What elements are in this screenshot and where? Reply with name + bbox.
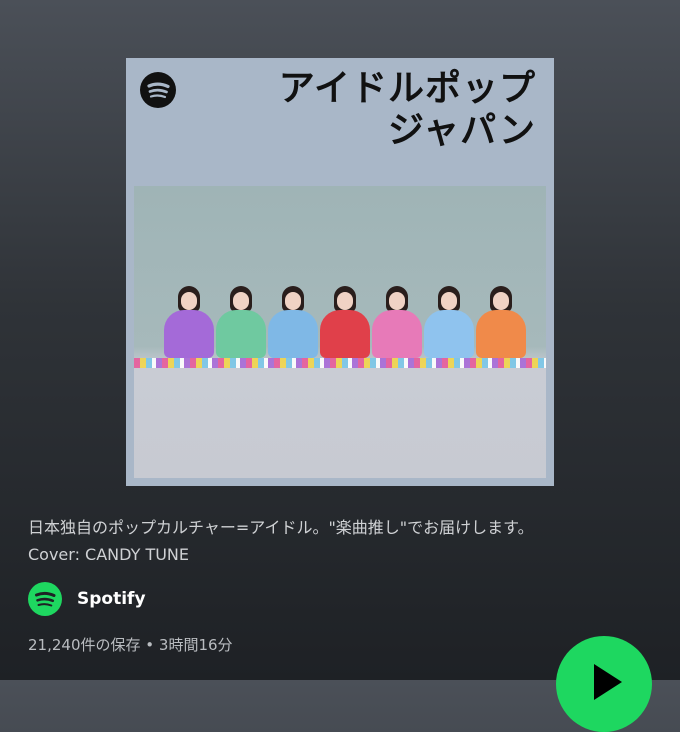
cover-photo (134, 186, 546, 478)
member-figure (268, 286, 318, 358)
member-figure (164, 286, 214, 358)
member-figure (216, 286, 266, 358)
spotify-logo-icon (28, 582, 62, 616)
member-figure (372, 286, 422, 358)
owner-name[interactable]: Spotify (77, 589, 146, 609)
playlist-owner[interactable]: Spotify (28, 582, 146, 616)
playlist-cover[interactable]: アイドルポップ ジャパン (126, 58, 554, 486)
cover-title-line1: アイドルポップ (278, 68, 536, 109)
spotify-logo-icon (140, 72, 176, 108)
cover-title-line2: ジャパン (387, 110, 536, 151)
playlist-description: 日本独自のポップカルチャー=アイドル。"楽曲推し"でお届けします。 Cover:… (28, 514, 668, 568)
description-text: 日本独自のポップカルチャー=アイドル。"楽曲推し"でお届けします。 (28, 518, 534, 537)
candy-table (134, 358, 546, 368)
playlist-duration: 3時間16分 (158, 636, 233, 654)
stats-separator: • (145, 636, 155, 654)
member-figure (320, 286, 370, 358)
play-icon (594, 664, 622, 700)
cover-credit: Cover: CANDY TUNE (28, 545, 189, 564)
member-figure (476, 286, 526, 358)
play-button[interactable] (556, 636, 652, 732)
save-count: 21,240件の保存 (28, 636, 141, 654)
member-figure (424, 286, 474, 358)
playlist-stats: 21,240件の保存 • 3時間16分 (28, 634, 233, 655)
cover-title: アイドルポップ ジャパン (279, 68, 536, 152)
